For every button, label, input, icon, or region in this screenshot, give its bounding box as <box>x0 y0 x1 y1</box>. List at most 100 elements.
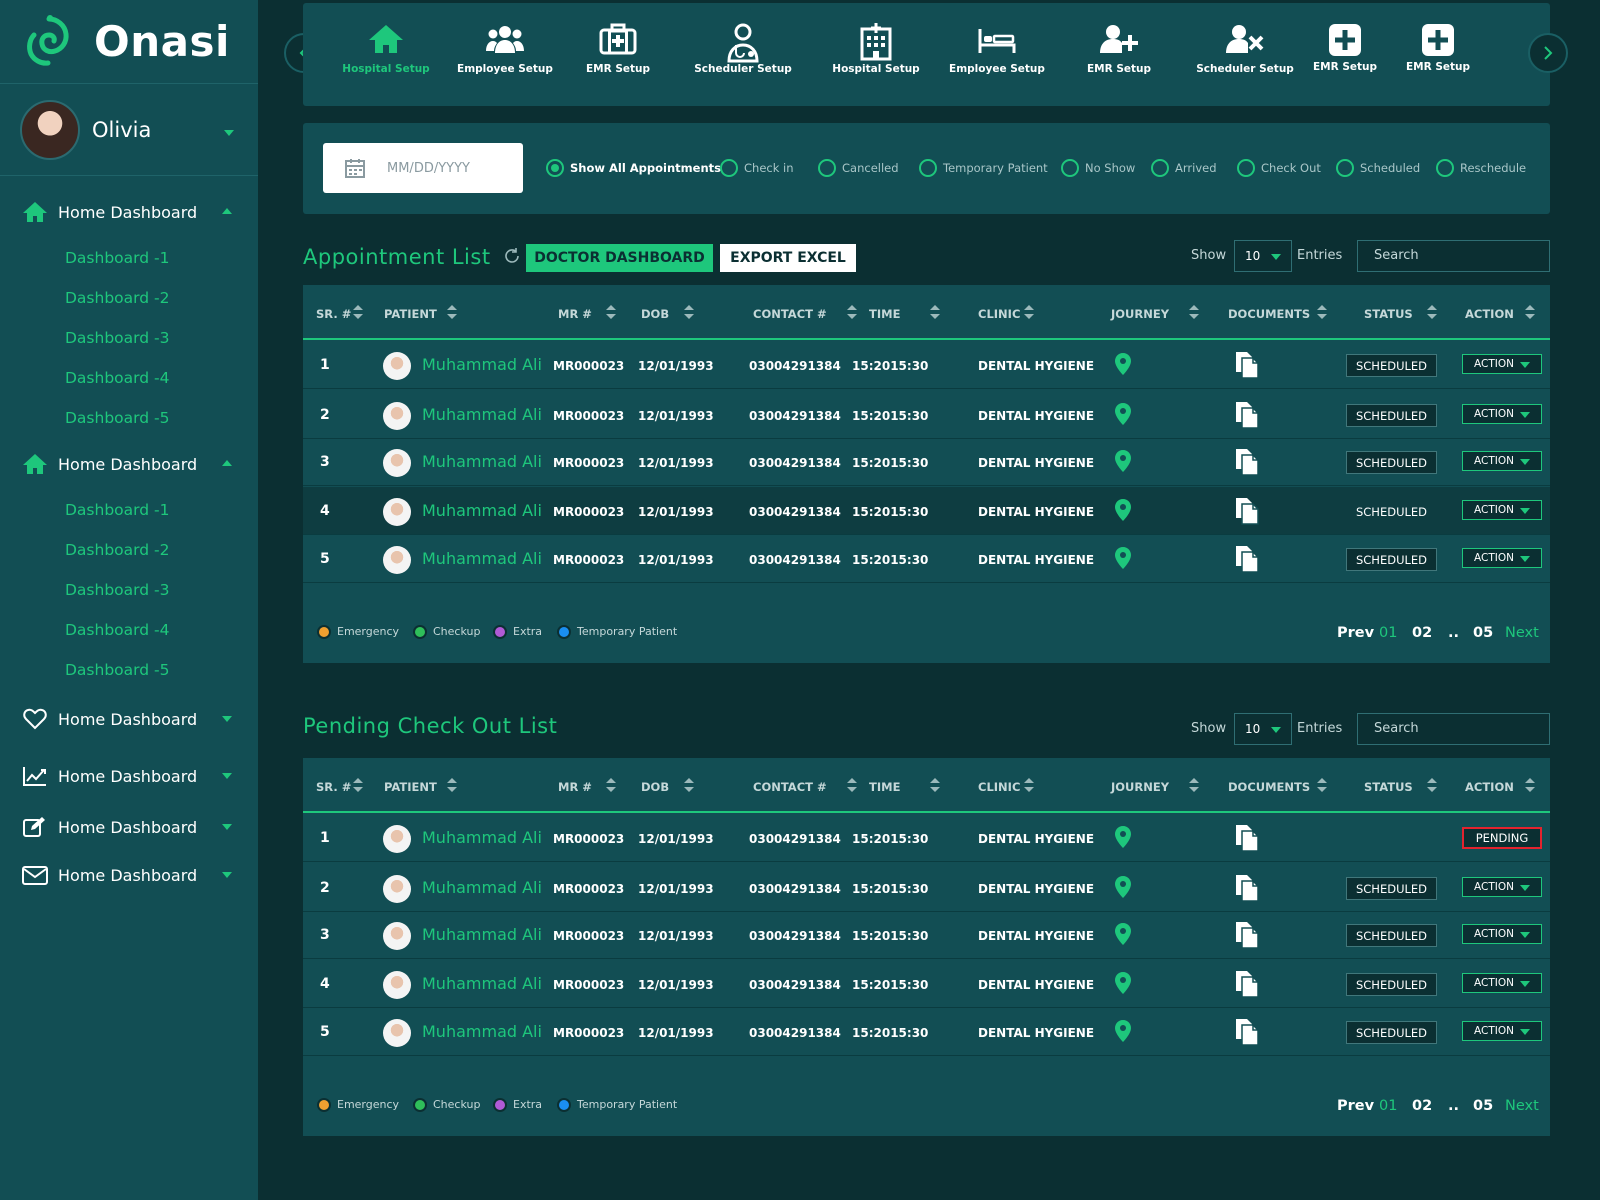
documents-icon[interactable] <box>1234 921 1260 953</box>
column-header[interactable]: PATIENT <box>384 307 437 321</box>
patient-name-link[interactable]: Muhammad Ali <box>422 501 542 520</box>
sort-icon[interactable] <box>1427 778 1437 794</box>
filter-no-show[interactable]: No Show <box>1061 159 1135 177</box>
sort-icon[interactable] <box>1024 778 1034 794</box>
table-row[interactable]: 3 Muhammad Ali MR000023 12/01/1993 030042913… <box>303 911 1550 959</box>
column-header[interactable]: PATIENT <box>384 780 437 794</box>
sidebar-subitem-dashboard-2[interactable]: Dashboard -2 <box>0 530 258 570</box>
documents-icon[interactable] <box>1234 497 1260 529</box>
pagination-page[interactable]: 05 <box>1473 625 1493 641</box>
column-header[interactable]: CONTACT # <box>753 780 827 794</box>
date-input[interactable]: MM/DD/YYYY <box>323 143 523 193</box>
sort-icon[interactable] <box>1427 305 1437 321</box>
table-row[interactable]: 2 Muhammad Ali MR000023 12/01/1993 030042913… <box>303 391 1550 439</box>
sort-icon[interactable] <box>1317 778 1327 794</box>
documents-icon[interactable] <box>1234 351 1260 383</box>
column-header[interactable]: ACTION <box>1465 307 1514 321</box>
filter-cancelled[interactable]: Cancelled <box>818 159 899 177</box>
pagination-page[interactable]: .. <box>1448 625 1459 641</box>
documents-icon[interactable] <box>1234 824 1260 856</box>
doctor-dashboard-button[interactable]: DOCTOR DASHBOARD <box>526 244 713 272</box>
column-header[interactable]: TIME <box>869 307 900 321</box>
sort-icon[interactable] <box>447 778 457 794</box>
toolbar-hospital-setup[interactable]: Hospital Setup <box>331 23 441 75</box>
location-pin-icon[interactable] <box>1115 353 1131 379</box>
pagination-prev[interactable]: Prev <box>1337 1098 1374 1114</box>
column-header[interactable]: CLINIC <box>978 307 1020 321</box>
location-pin-icon[interactable] <box>1115 826 1131 852</box>
sidebar-subitem-dashboard-3[interactable]: Dashboard -3 <box>0 570 258 610</box>
location-pin-icon[interactable] <box>1115 972 1131 998</box>
pagination-page[interactable]: 01 <box>1379 1098 1397 1114</box>
sort-icon[interactable] <box>606 778 616 794</box>
column-header[interactable]: CLINIC <box>978 780 1020 794</box>
documents-icon[interactable] <box>1234 970 1260 1002</box>
action-dropdown[interactable]: ACTION <box>1462 877 1542 897</box>
table-row[interactable]: 1 Muhammad Ali MR000023 12/01/1993 030042913… <box>303 341 1550 389</box>
sort-icon[interactable] <box>847 778 857 794</box>
toolbar-emr-setup-2[interactable]: EMR Setup <box>1064 23 1174 75</box>
toolbar-scheduler-setup-2[interactable]: Scheduler Setup <box>1190 23 1300 75</box>
column-header[interactable]: JOURNEY <box>1111 307 1169 321</box>
column-header[interactable]: DOCUMENTS <box>1228 780 1310 794</box>
filter-scheduled[interactable]: Scheduled <box>1336 159 1420 177</box>
documents-icon[interactable] <box>1234 448 1260 480</box>
sidebar-subitem-dashboard-2[interactable]: Dashboard -2 <box>0 278 258 318</box>
toolbar-employee-setup-2[interactable]: Employee Setup <box>942 23 1052 75</box>
sort-icon[interactable] <box>930 778 940 794</box>
table-row[interactable]: 1 Muhammad Ali MR000023 12/01/1993 030042913… <box>303 814 1550 862</box>
sort-icon[interactable] <box>930 305 940 321</box>
user-menu[interactable]: Olivia <box>0 84 258 176</box>
filter-show-all-appointments[interactable]: Show All Appointments <box>546 159 721 177</box>
pagination-page[interactable]: 02 <box>1412 1098 1432 1114</box>
table-row[interactable]: 3 Muhammad Ali MR000023 12/01/1993 030042913… <box>303 438 1550 486</box>
location-pin-icon[interactable] <box>1115 450 1131 476</box>
action-dropdown[interactable]: ACTION <box>1462 500 1542 520</box>
pagination-page[interactable]: 02 <box>1412 625 1432 641</box>
table-row[interactable]: 4 Muhammad Ali MR000023 12/01/1993 030042913… <box>303 487 1550 535</box>
patient-name-link[interactable]: Muhammad Ali <box>422 405 542 424</box>
sidebar-item-home-dashboard[interactable]: Home Dashboard <box>0 186 258 238</box>
toolbar-emr-setup[interactable]: EMR Setup <box>563 23 673 75</box>
location-pin-icon[interactable] <box>1115 403 1131 429</box>
table-row[interactable]: 5 Muhammad Ali MR000023 12/01/1993 030042913… <box>303 1008 1550 1056</box>
column-header[interactable]: DOB <box>641 780 669 794</box>
filter-temporary-patient[interactable]: Temporary Patient <box>919 159 1048 177</box>
sidebar-item-home-dashboard[interactable]: Home Dashboard <box>0 850 258 900</box>
sidebar-item-home-dashboard[interactable]: Home Dashboard <box>0 438 258 490</box>
location-pin-icon[interactable] <box>1115 547 1131 573</box>
column-header[interactable]: DOCUMENTS <box>1228 307 1310 321</box>
sidebar-subitem-dashboard-3[interactable]: Dashboard -3 <box>0 318 258 358</box>
filter-arrived[interactable]: Arrived <box>1151 159 1217 177</box>
filter-check-out[interactable]: Check Out <box>1237 159 1321 177</box>
filter-reschedule[interactable]: Reschedule <box>1436 159 1526 177</box>
sidebar-subitem-dashboard-1[interactable]: Dashboard -1 <box>0 490 258 530</box>
documents-icon[interactable] <box>1234 401 1260 433</box>
export-excel-button[interactable]: EXPORT EXCEL <box>720 244 856 272</box>
sort-icon[interactable] <box>684 778 694 794</box>
sidebar-subitem-dashboard-5[interactable]: Dashboard -5 <box>0 398 258 438</box>
refresh-icon[interactable] <box>502 246 522 266</box>
column-header[interactable]: SR. # <box>316 307 351 321</box>
documents-icon[interactable] <box>1234 545 1260 577</box>
patient-name-link[interactable]: Muhammad Ali <box>422 452 542 471</box>
column-header[interactable]: SR. # <box>316 780 351 794</box>
table-row[interactable]: 2 Muhammad Ali MR000023 12/01/1993 030042913… <box>303 864 1550 912</box>
sort-icon[interactable] <box>684 305 694 321</box>
pagination-page[interactable]: 05 <box>1473 1098 1493 1114</box>
column-header[interactable]: STATUS <box>1364 780 1413 794</box>
column-header[interactable]: DOB <box>641 307 669 321</box>
column-header[interactable]: CONTACT # <box>753 307 827 321</box>
sidebar-item-home-dashboard[interactable]: Home Dashboard <box>0 748 258 804</box>
page-size-select[interactable]: 10 <box>1234 713 1292 745</box>
patient-name-link[interactable]: Muhammad Ali <box>422 878 542 897</box>
sidebar-item-home-dashboard[interactable]: Home Dashboard <box>0 690 258 748</box>
patient-name-link[interactable]: Muhammad Ali <box>422 355 542 374</box>
sidebar-subitem-dashboard-5[interactable]: Dashboard -5 <box>0 650 258 690</box>
toolbar-hospital-setup-2[interactable]: Hospital Setup <box>821 23 931 75</box>
sort-icon[interactable] <box>606 305 616 321</box>
sidebar-subitem-dashboard-1[interactable]: Dashboard -1 <box>0 238 258 278</box>
location-pin-icon[interactable] <box>1115 923 1131 949</box>
action-dropdown[interactable]: ACTION <box>1462 354 1542 374</box>
patient-name-link[interactable]: Muhammad Ali <box>422 549 542 568</box>
